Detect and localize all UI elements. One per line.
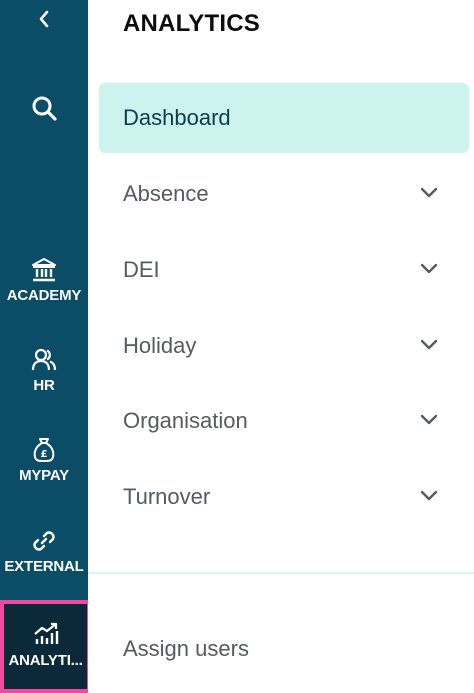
rail-item-external[interactable]: EXTERNAL [0, 528, 88, 575]
money-bag-icon: £ [33, 438, 55, 463]
link-icon [33, 531, 55, 551]
nav-item-label: Turnover [123, 484, 211, 509]
divider [88, 572, 474, 574]
nav-item-turnover[interactable]: Turnover [88, 470, 474, 526]
chevron-down-icon [420, 490, 438, 501]
chevron-down-icon [420, 187, 438, 198]
nav-item-holiday[interactable]: Holiday [88, 319, 474, 375]
nav-item-label: Organisation [123, 408, 248, 433]
chevron-down-icon [420, 414, 438, 425]
nav-item-absence[interactable]: Absence [88, 167, 474, 223]
chevron-left-icon [39, 10, 49, 28]
side-rail: ACADEMY HR £ MYPAY EXTERNAL ANALYTI... [0, 0, 91, 693]
rail-item-mypay[interactable]: £ MYPAY [0, 437, 88, 484]
nav-item-organisation[interactable]: Organisation [88, 394, 474, 450]
search-icon [32, 96, 57, 121]
search-button[interactable] [0, 92, 88, 124]
nav-item-dei[interactable]: DEI [88, 243, 474, 299]
panel-title: ANALYTICS [123, 10, 260, 37]
nav-item-label: Absence [123, 181, 209, 206]
chart-up-icon [33, 622, 58, 644]
analytics-panel: ANALYTICS Dashboard Absence DEI Holiday … [88, 0, 474, 693]
nav-item-dashboard[interactable]: Dashboard [99, 83, 469, 153]
rail-item-hr[interactable]: HR [0, 347, 88, 394]
nav-item-label: Dashboard [123, 105, 231, 130]
chevron-down-icon [420, 263, 438, 274]
rail-item-label: MYPAY [19, 467, 69, 484]
assign-users-link[interactable]: Assign users [123, 636, 249, 662]
rail-item-label: HR [33, 377, 55, 394]
rail-item-label: ACADEMY [6, 287, 82, 304]
bank-icon [32, 258, 56, 282]
nav-item-label: Holiday [123, 333, 197, 358]
rail-item-analytics[interactable]: ANALYTI... [0, 600, 91, 693]
collapse-button[interactable] [0, 4, 88, 34]
nav-item-label: DEI [123, 257, 160, 282]
users-icon [31, 348, 57, 371]
rail-item-academy[interactable]: ACADEMY [0, 257, 88, 304]
svg-text:£: £ [41, 449, 48, 460]
chevron-down-icon [420, 339, 438, 350]
rail-item-label: EXTERNAL [4, 558, 84, 575]
rail-item-label: ANALYTI... [8, 652, 83, 669]
